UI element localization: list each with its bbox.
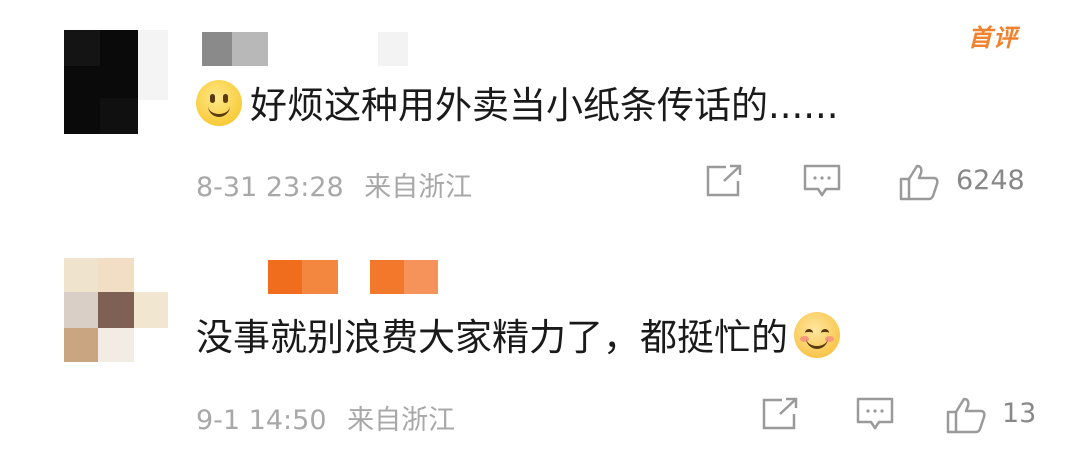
comment-meta: 8-31 23:28 来自浙江 <box>196 165 472 204</box>
comment-text: 没事就别浪费大家精力了，都挺忙的 <box>196 312 840 364</box>
comment-location: 来自浙江 <box>347 405 456 436</box>
comment-item: 没事就别浪费大家精力了，都挺忙的 9-1 14:50 来自浙江 13 <box>0 228 1080 455</box>
comment-icon[interactable] <box>802 163 842 199</box>
comment-item: 首评 好烦这种用外卖当小纸条传话的...... 8-31 23:28 来自浙江 … <box>0 0 1080 228</box>
share-icon[interactable] <box>760 396 800 432</box>
avatar[interactable] <box>64 258 168 362</box>
like-count: 6248 <box>956 165 1025 196</box>
thumbs-up-icon[interactable] <box>898 163 940 201</box>
comment-text: 好烦这种用外卖当小纸条传话的...... <box>196 80 839 132</box>
comment-body: 好烦这种用外卖当小纸条传话的...... <box>250 84 839 127</box>
avatar-pixel-edge <box>138 30 168 100</box>
happy-emoji-icon <box>794 312 840 358</box>
avatar[interactable] <box>64 30 138 134</box>
comment-location: 来自浙江 <box>364 172 473 203</box>
thumbs-up-icon[interactable] <box>945 396 987 434</box>
comment-icon[interactable] <box>855 396 895 432</box>
comment-date: 9-1 14:50 <box>196 405 327 436</box>
share-icon[interactable] <box>704 163 744 199</box>
smile-emoji-icon <box>196 80 242 126</box>
first-comment-badge: 首评 <box>968 24 1018 52</box>
comment-body: 没事就别浪费大家精力了，都挺忙的 <box>196 316 788 359</box>
comment-meta: 9-1 14:50 来自浙江 <box>196 398 455 437</box>
like-count: 13 <box>1002 398 1037 429</box>
comment-date: 8-31 23:28 <box>196 172 344 203</box>
